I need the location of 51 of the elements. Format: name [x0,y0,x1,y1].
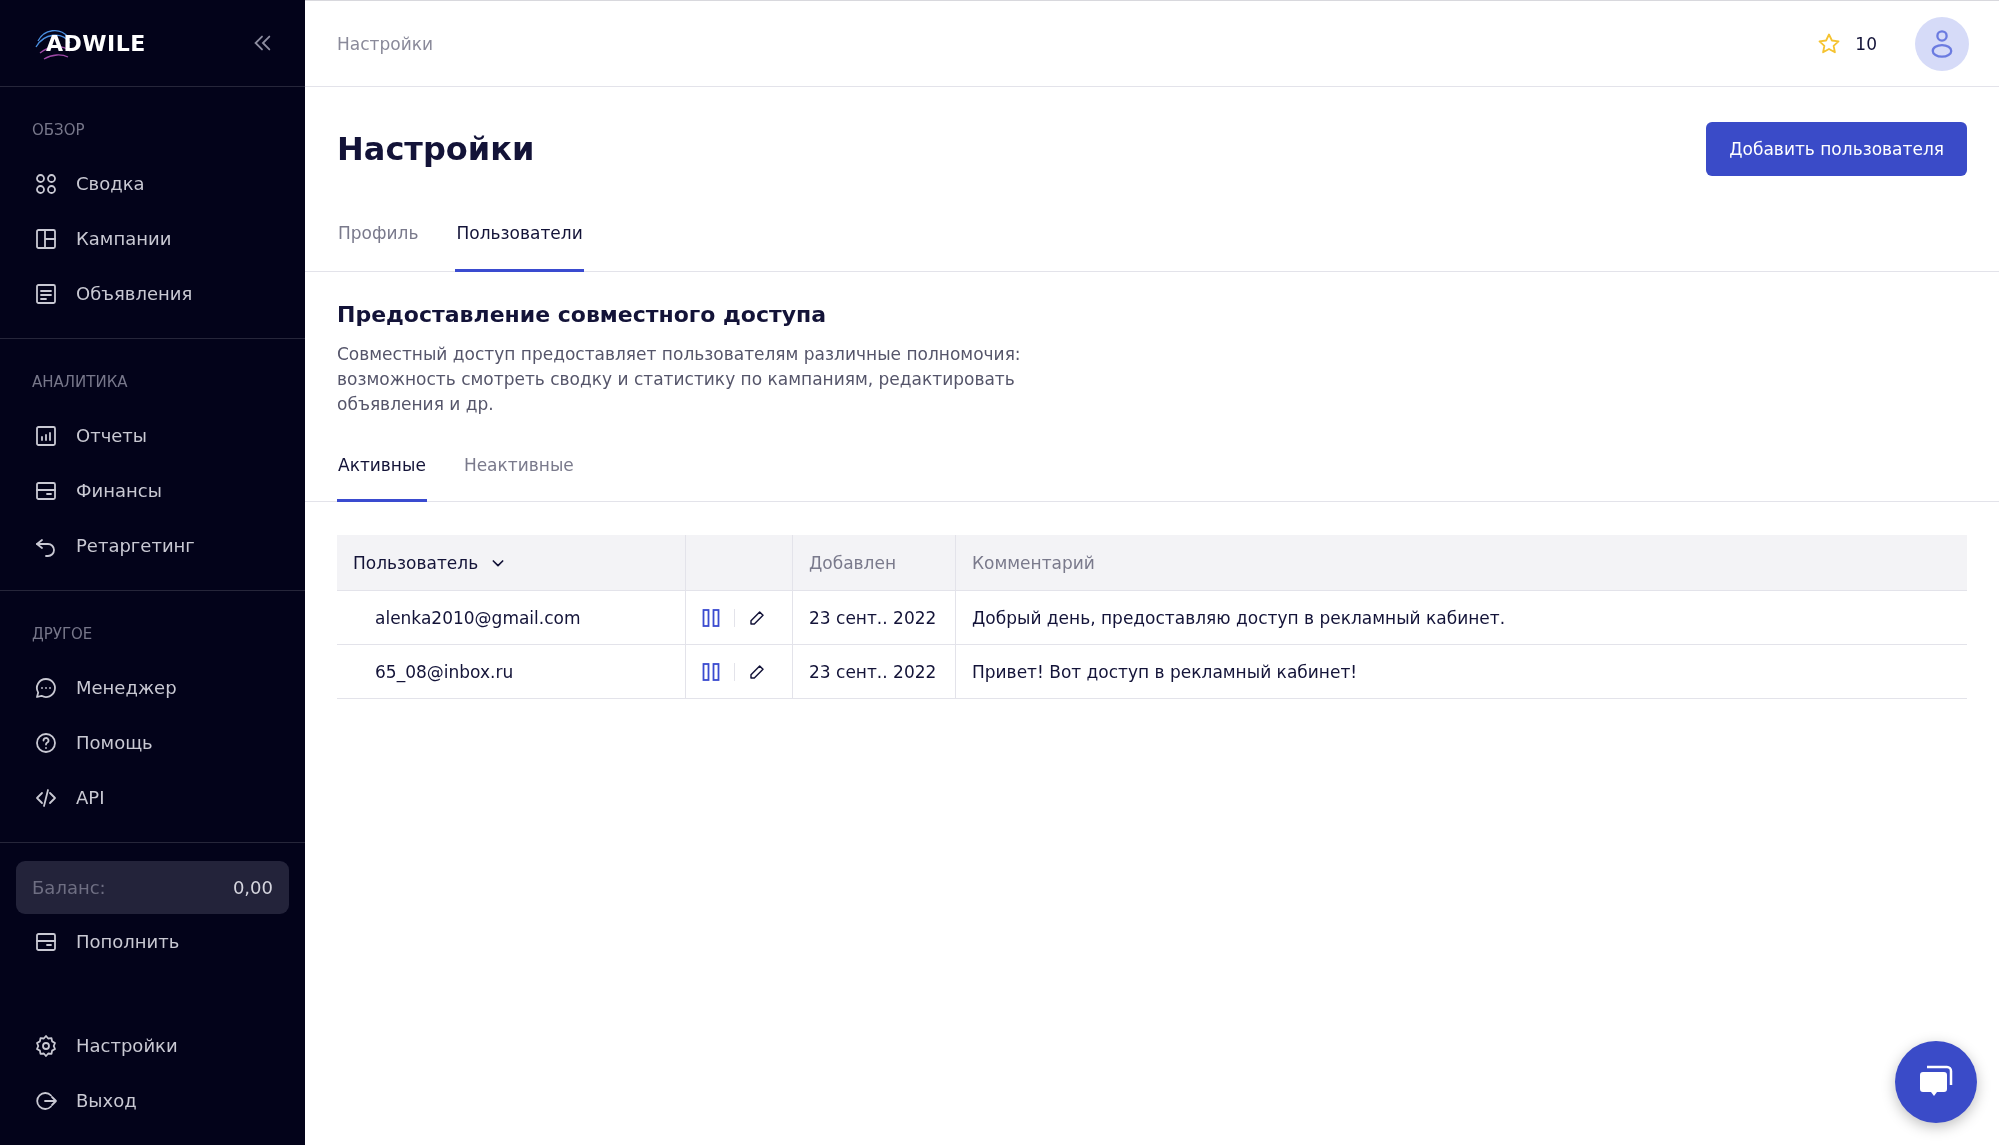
section-heading: Предоставление совместного доступа [337,302,828,328]
sidebar-item[interactable]: Выход [0,1073,305,1128]
user-email: 65_08@inbox.ru [337,644,686,699]
sidebar-item[interactable]: Объявления [0,266,305,321]
grid-circles-icon [34,171,58,196]
column-header[interactable]: Добавлен [792,535,956,591]
bar-chart-icon [34,423,58,448]
tab[interactable]: Неактивные [462,439,575,502]
balance-value: 0,00 [232,877,273,898]
sidebar-item[interactable]: Пополнить [0,914,305,969]
sidebar-item[interactable]: API [0,770,305,825]
section-label: ОБЗОР [32,120,85,141]
pause-icon[interactable] [702,608,720,627]
column-header[interactable]: Комментарий [955,535,1967,591]
sidebar-item[interactable]: Ретаргетинг [0,518,305,573]
sidebar-item[interactable]: Отчеты [0,408,305,463]
add-user-button[interactable]: Добавить пользователя [1706,122,1967,176]
sidebar-item[interactable]: Настройки [0,1018,305,1073]
section-label: ДРУГОЕ [32,624,93,645]
sidebar-item[interactable]: Помощь [0,715,305,770]
comment-cell: Добрый день, предоставляю доступ в рекламный кабинет. [955,590,1967,645]
help-icon [34,730,58,755]
section-label: АНАЛИТИКА [32,372,128,393]
breadcrumb: Настройки [337,33,434,54]
date-cell: 23 сент.. 2022 [792,644,956,699]
pause-icon[interactable] [702,662,720,681]
comment-cell: Привет! Вот доступ в рекламный кабинет! [955,644,1967,699]
sidebar-item[interactable]: Финансы [0,463,305,518]
avatar[interactable] [1915,16,1969,71]
sidebar-item[interactable]: Сводка [0,156,305,211]
tab[interactable]: Пользователи [455,205,584,272]
sidebar-item[interactable]: Менеджер [0,660,305,715]
pencil-icon[interactable] [749,663,765,680]
pencil-icon[interactable] [749,609,765,626]
date-cell: 23 сент.. 2022 [792,590,956,645]
settings-icon [34,1033,58,1058]
balance-label: Баланс: [32,877,106,898]
document-icon [34,281,58,306]
sidebar-item[interactable]: Кампании [0,211,305,266]
chat-bubble-icon [34,675,58,700]
logo-text: ADWILE [46,30,146,56]
tab[interactable]: Профиль [337,205,420,272]
user-email: alenka2010@gmail.com [337,590,686,645]
chat-button[interactable] [1895,1041,1977,1123]
section-description: Совместный доступ предоставляет пользователям различные полномочия: возможность смотреть сводку и статистику по кампаниям, редактировать объявления и др. [337,343,1022,416]
layout-icon [34,226,58,251]
column-header[interactable]: Пользователь [337,535,686,591]
tab[interactable]: Активные [337,439,427,502]
stars-count: 10 [1855,33,1877,54]
page-title: Настройки [337,130,535,168]
star-icon [1817,31,1842,56]
